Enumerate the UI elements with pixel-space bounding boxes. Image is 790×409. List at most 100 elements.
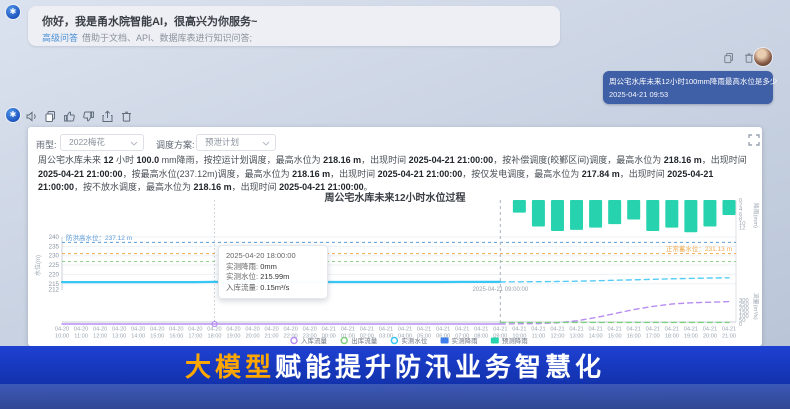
thumbs-up-icon[interactable] <box>63 110 76 123</box>
svg-text:04-21: 04-21 <box>684 327 698 333</box>
svg-text:11:00: 11:00 <box>74 334 88 340</box>
user-avatar <box>754 48 772 66</box>
ai-avatar: ✱ <box>6 5 20 19</box>
svg-text:水位(m): 水位(m) <box>34 255 42 276</box>
svg-text:18:00: 18:00 <box>207 334 221 340</box>
svg-text:230: 230 <box>49 253 60 260</box>
svg-text:04-21: 04-21 <box>360 327 374 333</box>
svg-text:04-20: 04-20 <box>55 327 69 333</box>
svg-text:04-20: 04-20 <box>74 327 88 333</box>
svg-text:04-21: 04-21 <box>588 327 602 333</box>
svg-text:04-20: 04-20 <box>131 327 145 333</box>
svg-text:04-21: 04-21 <box>722 327 736 333</box>
svg-text:03:00: 03:00 <box>379 334 393 340</box>
svg-text:15:00: 15:00 <box>608 334 622 340</box>
svg-text:流量(m³/s): 流量(m³/s) <box>752 293 760 320</box>
svg-text:225: 225 <box>49 262 60 269</box>
svg-text:防洪高水位：237.12 m: 防洪高水位：237.12 m <box>66 233 132 242</box>
tooltip-time: 2025-04-20 18:00:00 <box>226 251 320 262</box>
svg-text:21:00: 21:00 <box>265 334 279 340</box>
svg-text:15:00: 15:00 <box>150 334 164 340</box>
svg-text:220: 220 <box>49 271 60 278</box>
screen: ✱ 你好，我是甬水院智能AI，很高兴为你服务~ 高级问答借助于文档、API、数据… <box>0 0 790 409</box>
svg-text:14:00: 14:00 <box>589 334 603 340</box>
answer-avatar: ✱ <box>6 108 20 122</box>
banner-text: 赋能提升防汛业务智慧化 <box>275 347 605 384</box>
greeting-text: 你好，我是甬水院智能AI，很高兴为你服务~ <box>42 13 257 29</box>
tooltip: 2025-04-20 18:00:00 实测降雨: 0mm 实测水位: 215.… <box>218 245 328 299</box>
svg-text:04-21: 04-21 <box>379 327 393 333</box>
svg-text:16:00: 16:00 <box>627 334 641 340</box>
svg-text:04-21: 04-21 <box>322 327 336 333</box>
chart[interactable]: 240235230225220215212水位(m)防洪高水位：237.12 m… <box>28 127 762 346</box>
svg-text:10:00: 10:00 <box>55 334 69 340</box>
svg-text:04-21: 04-21 <box>531 327 545 333</box>
svg-text:04-20: 04-20 <box>207 327 221 333</box>
svg-text:04-20: 04-20 <box>169 327 183 333</box>
svg-text:04-21: 04-21 <box>512 327 526 333</box>
sound-icon[interactable] <box>25 110 38 123</box>
svg-text:04-21: 04-21 <box>398 327 412 333</box>
footer-strip <box>0 384 790 409</box>
svg-text:18:00: 18:00 <box>665 334 679 340</box>
svg-text:04-20: 04-20 <box>284 327 298 333</box>
svg-text:04-21: 04-21 <box>607 327 621 333</box>
svg-text:实测水位: 实测水位 <box>401 336 428 345</box>
export-icon[interactable] <box>101 110 114 123</box>
svg-text:04-21: 04-21 <box>455 327 469 333</box>
svg-text:04-20: 04-20 <box>150 327 164 333</box>
user-message-time: 2025-04-21 09:53 <box>609 90 767 99</box>
svg-text:04-20: 04-20 <box>245 327 259 333</box>
svg-text:04-21: 04-21 <box>417 327 431 333</box>
svg-text:2025-04-21 09:00:00: 2025-04-21 09:00:00 <box>472 287 528 293</box>
svg-text:14:00: 14:00 <box>131 334 145 340</box>
svg-text:04-21: 04-21 <box>569 327 583 333</box>
svg-text:240: 240 <box>49 234 60 241</box>
svg-text:04-21: 04-21 <box>627 327 641 333</box>
greeting-sub: 高级问答借助于文档、API、数据库表进行知识问答; <box>42 31 252 44</box>
svg-text:235: 235 <box>49 243 60 250</box>
user-message-text: 周公宅水库未来12小时100mm降雨最高水位是多少 <box>609 76 767 87</box>
svg-text:04-20: 04-20 <box>264 327 278 333</box>
user-message-actions <box>723 52 755 64</box>
svg-text:12:00: 12:00 <box>550 334 564 340</box>
svg-text:21:00: 21:00 <box>722 334 736 340</box>
svg-text:17:00: 17:00 <box>646 334 660 340</box>
svg-text:12:00: 12:00 <box>93 334 107 340</box>
copy-message-icon[interactable] <box>723 52 735 64</box>
svg-text:预测降雨: 预测降雨 <box>502 336 529 345</box>
svg-text:17:00: 17:00 <box>188 334 202 340</box>
svg-text:04-21: 04-21 <box>665 327 679 333</box>
svg-text:实测降雨: 实测降雨 <box>452 336 479 345</box>
svg-text:出库流量: 出库流量 <box>351 336 378 345</box>
svg-text:13:00: 13:00 <box>112 334 126 340</box>
svg-text:04-21: 04-21 <box>550 327 564 333</box>
svg-text:04-20: 04-20 <box>93 327 107 333</box>
answer-toolbar <box>25 110 133 123</box>
svg-text:04-20: 04-20 <box>303 327 317 333</box>
svg-text:04-21: 04-21 <box>474 327 488 333</box>
trash-icon[interactable] <box>120 110 133 123</box>
svg-text:04-20: 04-20 <box>188 327 202 333</box>
svg-text:04-20: 04-20 <box>226 327 240 333</box>
svg-text:212: 212 <box>49 286 60 293</box>
result-card: 雨型: 2022梅花 调度方案: 预泄计划 周公宅水库未来 12 小时 100.… <box>28 127 762 346</box>
svg-text:04-21: 04-21 <box>493 327 507 333</box>
banner: 大模型赋能提升防汛业务智慧化 <box>0 346 790 384</box>
svg-text:20:00: 20:00 <box>246 334 260 340</box>
svg-text:04-21: 04-21 <box>341 327 355 333</box>
svg-text:19:00: 19:00 <box>227 334 241 340</box>
svg-text:降雨(mm): 降雨(mm) <box>752 203 760 228</box>
svg-text:11:00: 11:00 <box>532 334 546 340</box>
svg-text:04-20: 04-20 <box>112 327 126 333</box>
svg-text:正常蓄水位：231.13 m: 正常蓄水位：231.13 m <box>666 244 732 253</box>
svg-text:19:00: 19:00 <box>684 334 698 340</box>
banner-highlight: 大模型 <box>185 347 275 384</box>
svg-text:入库流量: 入库流量 <box>301 336 328 345</box>
svg-text:04-21: 04-21 <box>646 327 660 333</box>
svg-text:04-21: 04-21 <box>703 327 717 333</box>
copy-icon[interactable] <box>44 110 57 123</box>
svg-text:13:00: 13:00 <box>570 334 584 340</box>
user-message-bubble: 周公宅水库未来12小时100mm降雨最高水位是多少 2025-04-21 09:… <box>603 71 773 104</box>
thumbs-down-icon[interactable] <box>82 110 95 123</box>
